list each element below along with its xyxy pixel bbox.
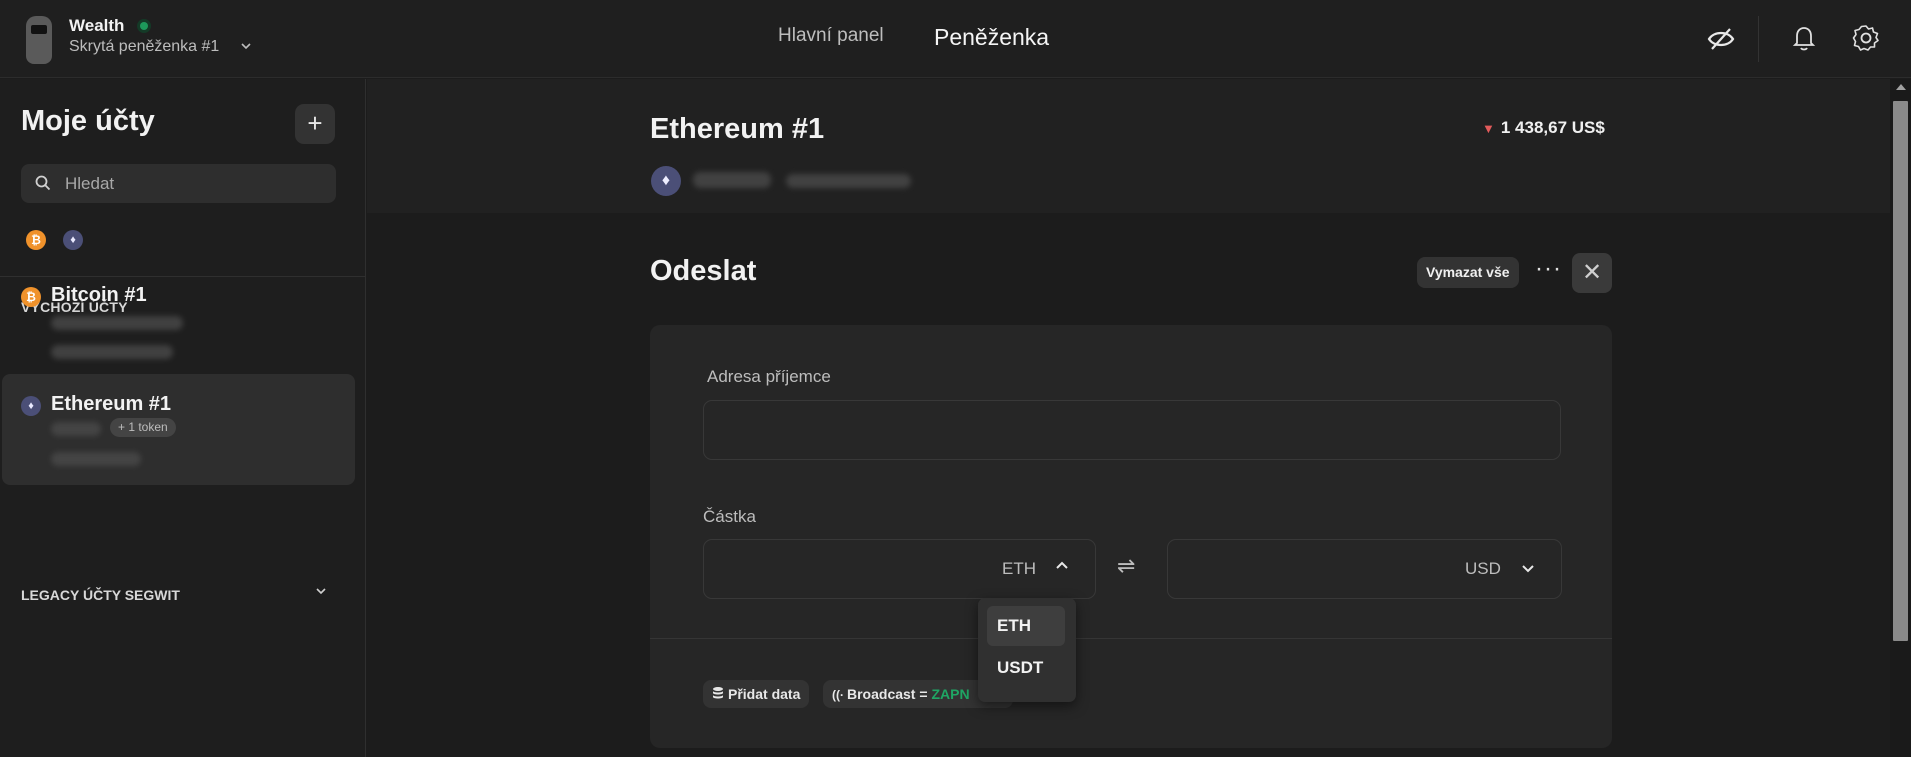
scroll-thumb[interactable] <box>1893 101 1908 641</box>
ethereum-icon: ♦ <box>651 166 681 196</box>
top-divider <box>1758 16 1759 62</box>
account-item-ethereum[interactable]: ♦ Ethereum #1 + 1 token <box>2 374 355 485</box>
wallet-name[interactable]: Wealth <box>69 16 124 36</box>
account-title: Ethereum #1 <box>650 113 825 145</box>
broadcast-state: ZAPN <box>931 686 970 702</box>
amount-crypto-field[interactable]: ETH <box>703 539 1096 599</box>
ethereum-filter-icon[interactable]: ♦ <box>63 230 83 250</box>
device-icon <box>26 16 52 64</box>
amount-unit[interactable]: ETH <box>1002 559 1036 579</box>
send-title: Odeslat <box>650 255 757 287</box>
connection-status-dot <box>140 22 148 30</box>
unit-dropdown: ETH USDT <box>978 598 1076 702</box>
gear-icon[interactable] <box>1852 24 1882 54</box>
hidden-balance <box>51 422 101 436</box>
wallet-selector[interactable]: Skrytá peněženka #1 <box>69 38 219 56</box>
close-button[interactable]: ✕ <box>1572 253 1612 293</box>
price-change-value: 1 438,67 US$ <box>1500 118 1605 137</box>
down-arrow-icon: ▼ <box>1482 121 1495 136</box>
token-badge[interactable]: + 1 token <box>110 418 176 437</box>
clear-all-button[interactable]: Vymazat vše <box>1417 257 1519 288</box>
nav-wallet[interactable]: Peněženka <box>934 24 1049 51</box>
scrollbar[interactable] <box>1890 79 1911 757</box>
broadcast-label: Broadcast = <box>847 686 928 702</box>
price-change: ▼ 1 438,67 US$ <box>1482 118 1605 138</box>
hidden-fiat-balance <box>51 345 173 359</box>
chevron-down-icon[interactable] <box>314 584 328 601</box>
add-data-label: Přidat data <box>728 686 801 702</box>
top-bar: Wealth Skrytá peněženka #1 Hlavní panel … <box>0 0 1911 78</box>
bell-icon[interactable] <box>1791 24 1821 54</box>
hidden-balance <box>51 316 183 330</box>
more-options-icon[interactable]: ··· <box>1535 257 1562 281</box>
account-name: Bitcoin #1 <box>51 284 147 306</box>
ethereum-icon: ♦ <box>21 396 41 416</box>
recipient-label: Adresa příjemce <box>707 367 831 386</box>
bitcoin-icon: ₿ <box>21 287 41 307</box>
sidebar-title: Moje účty <box>21 105 155 137</box>
nav-dashboard[interactable]: Hlavní panel <box>778 25 884 47</box>
recipient-address-field[interactable] <box>703 400 1561 460</box>
amount-label: Částka <box>703 507 756 526</box>
bitcoin-filter-icon[interactable]: ₿ <box>26 230 46 250</box>
hidden-fiat-balance <box>51 452 141 466</box>
hidden-balance <box>693 172 771 188</box>
search-input[interactable] <box>65 164 325 203</box>
search-box[interactable] <box>21 164 336 203</box>
account-header <box>367 79 1890 213</box>
account-name: Ethereum #1 <box>51 393 172 415</box>
chevron-down-icon[interactable] <box>1520 560 1536 579</box>
chevron-up-icon[interactable] <box>1054 558 1070 577</box>
search-icon <box>35 175 51 191</box>
hidden-fiat-balance <box>786 174 911 188</box>
dropdown-option-eth[interactable]: ETH <box>987 606 1065 646</box>
fiat-unit[interactable]: USD <box>1465 559 1501 579</box>
amount-fiat-field[interactable]: USD <box>1167 539 1562 599</box>
add-account-button[interactable]: + <box>295 104 335 144</box>
add-data-button[interactable]: Přidat data <box>703 680 810 709</box>
dropdown-option-usdt[interactable]: USDT <box>987 648 1065 688</box>
accounts-sidebar: Moje účty + ₿ ♦ VÝCHOZÍ ÚČTY ₿ Bitcoin #… <box>0 79 366 757</box>
account-item-bitcoin[interactable]: ₿ Bitcoin #1 <box>2 265 355 371</box>
broadcast-icon: ((· <box>832 688 844 702</box>
swap-currency-icon[interactable]: ⇌ <box>1117 553 1135 579</box>
scroll-up-arrow[interactable] <box>1896 84 1906 90</box>
section-legacy-accounts[interactable]: LEGACY ÚČTY SEGWIT <box>21 587 180 603</box>
chevron-down-icon[interactable] <box>240 40 252 55</box>
hide-balances-icon[interactable] <box>1706 24 1736 54</box>
card-divider <box>650 638 1612 639</box>
database-icon <box>712 681 724 709</box>
